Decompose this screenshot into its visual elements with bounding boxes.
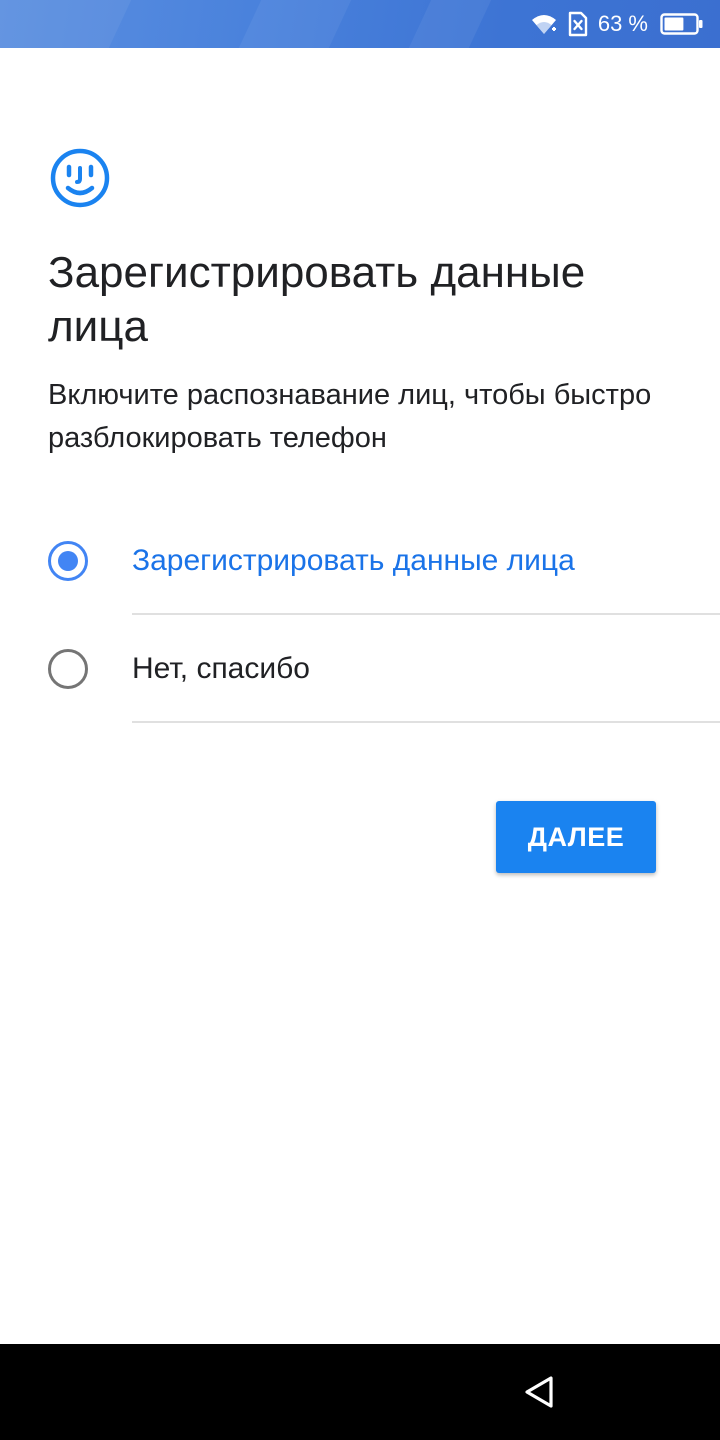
navigation-bar <box>0 1344 720 1440</box>
sim-missing-icon <box>568 11 588 37</box>
option-label: Зарегистрировать данные лица <box>132 544 575 577</box>
status-bar: 63 % <box>0 0 720 48</box>
divider <box>132 721 720 723</box>
page-title: Зарегистрировать данные лица <box>48 248 586 351</box>
option-register-face[interactable]: Зарегистрировать данные лица <box>0 507 720 615</box>
radio-button-unselected[interactable] <box>48 649 88 689</box>
radio-dot <box>58 551 78 571</box>
status-icons: 63 % <box>530 0 704 48</box>
radio-button-selected[interactable] <box>48 541 88 581</box>
face-icon <box>50 148 110 208</box>
battery-fill <box>664 17 684 31</box>
status-bar-decoration <box>0 0 132 48</box>
battery-percent: 63 % <box>597 11 648 36</box>
option-label: Нет, спасибо <box>132 652 310 685</box>
wifi-icon <box>530 12 558 36</box>
status-bar-decoration <box>408 0 492 48</box>
back-icon[interactable] <box>516 1368 564 1416</box>
next-button[interactable]: ДАЛЕЕ <box>496 801 656 873</box>
status-bar-decoration <box>238 0 352 48</box>
battery-icon <box>660 13 704 35</box>
option-no-thanks[interactable]: Нет, спасибо <box>0 615 720 723</box>
page-subtitle: Включите распознавание лиц, чтобы быстро… <box>48 379 652 454</box>
